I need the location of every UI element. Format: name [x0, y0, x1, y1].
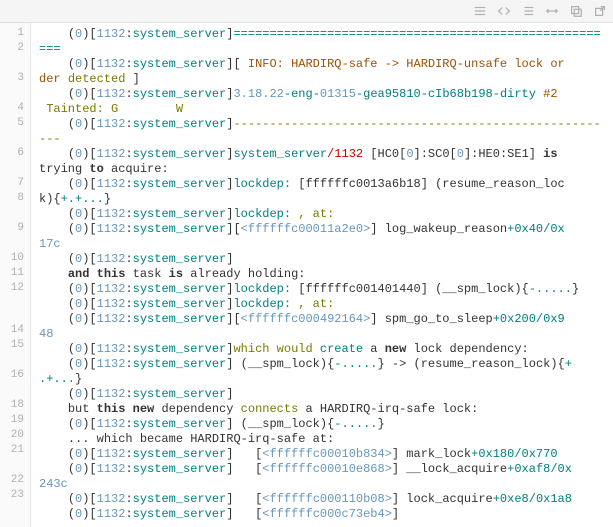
line-number: 22: [0, 474, 30, 489]
line-number: 18: [0, 399, 30, 414]
code-line: ... which became HARDIRQ-irq-safe at:: [39, 432, 607, 447]
code-line: (0)[1132:system_server]-----------------…: [39, 117, 607, 147]
line-number: 10: [0, 252, 30, 267]
line-number: 11: [0, 267, 30, 282]
code-line: (0)[1132:system_server]3.18.22-eng-01315…: [39, 87, 607, 117]
line-number: 5: [0, 117, 30, 147]
code-line: (0)[1132:system_server]system_server/113…: [39, 147, 607, 177]
line-number: 20: [0, 429, 30, 444]
arrows-icon[interactable]: [545, 4, 559, 18]
code-line: (0)[1132:system_server][ INFO: HARDIRQ-s…: [39, 57, 607, 87]
editor-body: 123456789101112 141516181920212223 (0)[1…: [0, 23, 613, 527]
code-line: (0)[1132:system_server]lockdep: , at:: [39, 297, 607, 312]
code-line: (0)[1132:system_server] but this new dep…: [39, 387, 607, 417]
line-number: 15: [0, 339, 30, 369]
copy-icon[interactable]: [569, 4, 583, 18]
line-number: 2: [0, 42, 30, 72]
editor-toolbar: [0, 0, 613, 23]
code-line: (0)[1132:system_server] [<ffffffc00010e8…: [39, 462, 607, 492]
code-line: (0)[1132:system_server] [<ffffffc00010b8…: [39, 447, 607, 462]
line-number: 4: [0, 102, 30, 117]
code-line: (0)[1132:system_server] [<ffffffc000110b…: [39, 492, 607, 507]
line-number: 16: [0, 369, 30, 399]
line-number: 19: [0, 414, 30, 429]
code-line: (0)[1132:system_server]=================…: [39, 27, 607, 57]
code-line: (0)[1132:system_server] [<ffffffc000c73e…: [39, 507, 607, 522]
code-line: (0)[1132:system_server] (__spm_lock){-..…: [39, 357, 607, 387]
code-line: (0)[1132:system_server]which would creat…: [39, 342, 607, 357]
line-number: 3: [0, 72, 30, 102]
external-icon[interactable]: [593, 4, 607, 18]
code-line: (0)[1132:system_server] (__spm_lock){-..…: [39, 417, 607, 432]
list-icon[interactable]: [521, 4, 535, 18]
code-line: (0)[1132:system_server]lockdep: [ffffffc…: [39, 282, 607, 297]
line-number: 1: [0, 27, 30, 42]
line-number: 9: [0, 222, 30, 252]
line-number: 6: [0, 147, 30, 177]
code-area[interactable]: (0)[1132:system_server]=================…: [31, 23, 613, 527]
line-number-gutter: 123456789101112 141516181920212223: [0, 23, 31, 527]
code-line: (0)[1132:system_server][<ffffffc00049216…: [39, 312, 607, 342]
line-number: 23: [0, 489, 30, 504]
code-icon[interactable]: [497, 4, 511, 18]
code-line: (0)[1132:system_server] and this task is…: [39, 252, 607, 282]
code-line: (0)[1132:system_server]lockdep: , at:: [39, 207, 607, 222]
line-number: 21: [0, 444, 30, 474]
line-number: 14: [0, 324, 30, 339]
code-line: (0)[1132:system_server]lockdep: [ffffffc…: [39, 177, 607, 207]
line-number: 7: [0, 177, 30, 192]
line-number: 8: [0, 192, 30, 222]
code-line: (0)[1132:system_server][<ffffffc00011a2e…: [39, 222, 607, 252]
line-number: 12: [0, 282, 30, 312]
menu-icon[interactable]: [473, 4, 487, 18]
